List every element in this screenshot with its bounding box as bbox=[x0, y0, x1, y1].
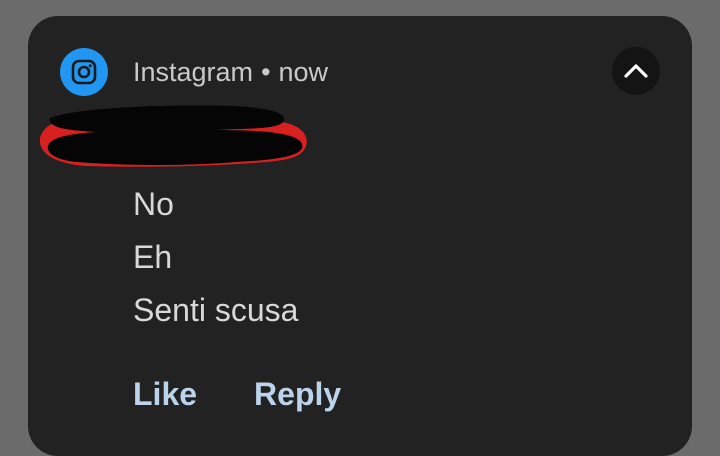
like-button[interactable]: Like bbox=[133, 373, 197, 415]
instagram-icon bbox=[60, 48, 108, 96]
notification-card[interactable] bbox=[28, 16, 692, 456]
collapse-button[interactable] bbox=[612, 47, 660, 95]
app-name: Instagram bbox=[133, 57, 254, 87]
redacted-sender-name bbox=[39, 105, 307, 167]
header-separator: • bbox=[261, 57, 271, 87]
message-line: No bbox=[133, 186, 174, 222]
message-line: Senti scusa bbox=[133, 292, 299, 328]
message-list: No Eh Senti scusa bbox=[133, 183, 298, 342]
message-line: Eh bbox=[133, 239, 173, 275]
reply-button[interactable]: Reply bbox=[254, 373, 341, 415]
notification-time: now bbox=[278, 57, 329, 87]
notification-actions: Like Reply bbox=[133, 373, 341, 415]
notification-header: Instagram • now bbox=[133, 55, 328, 89]
chevron-up-icon bbox=[624, 64, 648, 78]
